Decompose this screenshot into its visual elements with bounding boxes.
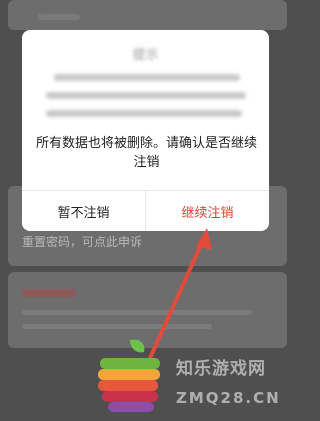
- appeal-hint-text: 重置密码，可点此申诉: [22, 235, 143, 249]
- background-section-heading: [38, 14, 80, 20]
- background-text-line: [22, 310, 252, 315]
- watermark-brand-cn: 知乐游戏网: [176, 359, 266, 379]
- background-red-label: [22, 289, 76, 297]
- cancel-deregister-button[interactable]: 暂不注销: [22, 191, 146, 231]
- dialog-message: 所有数据也将被删除。请确认是否继续注销: [35, 136, 257, 170]
- blurred-text-line: [46, 110, 242, 117]
- confirm-dialog: 提示 所有数据也将被删除。请确认是否继续注销 暂不注销 继续注销: [22, 30, 269, 231]
- blurred-text-line: [54, 74, 240, 81]
- background-text-line: [22, 324, 212, 329]
- dialog-title: 提示: [132, 48, 159, 63]
- blurred-text-line: [46, 92, 246, 99]
- watermark-brand-en: ZMQ28.CN: [176, 389, 281, 407]
- background-card-top: [8, 0, 287, 30]
- confirm-deregister-button[interactable]: 继续注销: [146, 191, 269, 231]
- apple-logo-icon: [98, 339, 160, 412]
- dialog-actions: 暂不注销 继续注销: [22, 190, 269, 231]
